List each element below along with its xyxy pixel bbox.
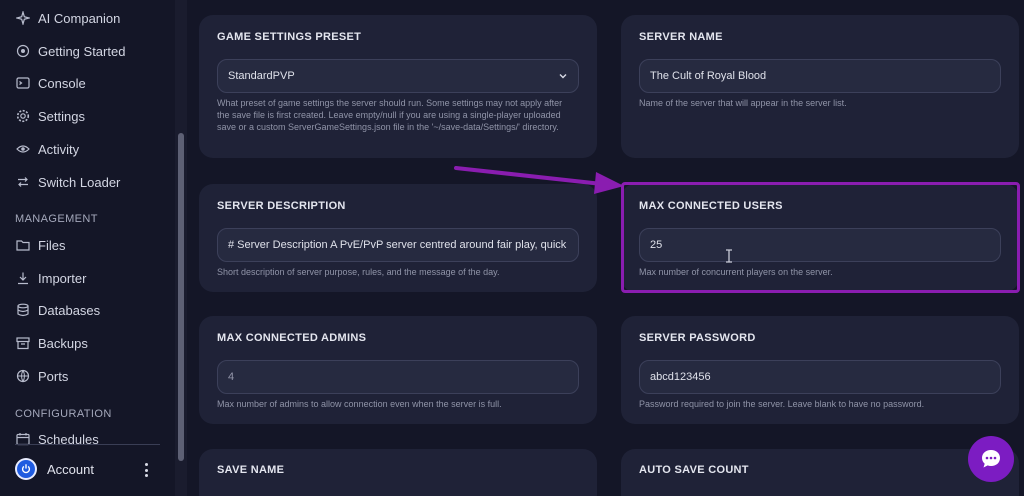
game-settings-preset-label: GAME SETTINGS PRESET (217, 31, 362, 43)
sidebar-divider (15, 444, 160, 445)
sidebar-item-ports[interactable]: Ports (16, 365, 68, 387)
text-cursor-icon (726, 249, 732, 263)
auto-save-count-label: AUTO SAVE COUNT (639, 464, 749, 476)
game-settings-preset-select[interactable]: StandardPVP (217, 59, 579, 93)
sidebar-item-switch-loader[interactable]: Switch Loader (16, 171, 120, 193)
server-password-input[interactable]: abcd123456 (639, 360, 1001, 394)
sidebar-item-databases[interactable]: Databases (16, 299, 100, 321)
max-connected-admins-label: MAX CONNECTED ADMINS (217, 332, 367, 344)
sidebar-scrollbar-thumb[interactable] (178, 133, 184, 461)
sidebar-item-label: Switch Loader (38, 174, 121, 190)
rocket-icon (16, 44, 30, 58)
max-connected-admins-input[interactable]: 4 (217, 360, 579, 394)
sidebar-item-activity[interactable]: Activity (16, 138, 79, 160)
max-connected-admins-help: Max number of admins to allow connection… (217, 399, 502, 409)
server-description-label: SERVER DESCRIPTION (217, 200, 346, 212)
server-name-input[interactable]: The Cult of Royal Blood (639, 59, 1001, 93)
server-description-value: # Server Description A PvE/PvP server ce… (228, 239, 567, 251)
power-icon (21, 464, 31, 474)
archive-icon (16, 336, 30, 350)
game-settings-preset-card: GAME SETTINGS PRESET StandardPVP What pr… (199, 15, 597, 158)
chat-icon (982, 450, 1000, 468)
account-menu[interactable]: Account (15, 458, 94, 480)
chat-support-button[interactable] (968, 436, 1014, 482)
sidebar-item-label: Ports (38, 368, 69, 384)
folder-icon (16, 238, 30, 252)
sidebar-item-settings[interactable]: Settings (16, 105, 85, 127)
avatar (15, 458, 37, 480)
sidebar-item-getting-started[interactable]: Getting Started (16, 40, 125, 62)
sidebar-item-importer[interactable]: Importer (16, 267, 86, 289)
server-password-value: abcd123456 (650, 371, 711, 383)
management-heading: MANAGEMENT (15, 213, 98, 225)
database-icon (16, 303, 30, 317)
sidebar-item-label: Getting Started (38, 43, 126, 59)
server-description-card: SERVER DESCRIPTION # Server Description … (199, 184, 597, 292)
sidebar-item-label: Console (38, 75, 86, 91)
save-name-label: SAVE NAME (217, 464, 285, 476)
gear-icon (16, 109, 30, 123)
sidebar-item-label: Files (38, 237, 66, 253)
sidebar-item-files[interactable]: Files (16, 234, 65, 256)
sidebar-item-schedules[interactable]: Schedules (16, 428, 99, 450)
sidebar-item-label: Importer (38, 270, 87, 286)
game-settings-preset-help: What preset of game settings the server … (217, 98, 563, 132)
chevron-down-icon (559, 74, 567, 79)
terminal-icon (16, 76, 30, 90)
server-password-card: SERVER PASSWORD abcd123456 Password requ… (621, 316, 1019, 424)
sidebar-item-backups[interactable]: Backups (16, 332, 88, 354)
account-label: Account (47, 461, 94, 477)
sidebar-item-label: AI Companion (38, 10, 121, 26)
server-description-help: Short description of server purpose, rul… (217, 267, 500, 277)
annotation-arrow-icon (454, 166, 624, 194)
sparkle-icon (16, 11, 30, 25)
server-password-help: Password required to join the server. Le… (639, 399, 925, 409)
server-name-card: SERVER NAME The Cult of Royal Blood Name… (621, 15, 1019, 158)
swap-icon (16, 175, 30, 189)
sidebar-item-ai-companion[interactable]: AI Companion (16, 7, 120, 29)
highlight-box (621, 182, 1020, 293)
server-description-input[interactable]: # Server Description A PvE/PvP server ce… (217, 228, 579, 262)
kebab-menu-icon[interactable] (140, 461, 152, 479)
sidebar-item-label: Settings (38, 108, 85, 124)
sidebar-item-label: Databases (38, 302, 101, 318)
max-connected-admins-value: 4 (228, 371, 235, 383)
sidebar: AI Companion Getting Started Console Set… (0, 0, 175, 496)
server-name-value: The Cult of Royal Blood (650, 70, 767, 82)
server-name-help: Name of the server that will appear in t… (639, 98, 847, 108)
sidebar-item-label: Backups (38, 335, 88, 351)
auto-save-count-card: AUTO SAVE COUNT (621, 449, 1019, 496)
network-icon (16, 369, 30, 383)
download-icon (16, 271, 30, 285)
game-settings-preset-value: StandardPVP (228, 70, 295, 82)
save-name-card: SAVE NAME (199, 449, 597, 496)
sidebar-item-console[interactable]: Console (16, 72, 86, 94)
eye-icon (16, 142, 30, 156)
configuration-heading: CONFIGURATION (15, 408, 112, 420)
sidebar-item-label: Activity (38, 141, 80, 157)
max-connected-admins-card: MAX CONNECTED ADMINS 4 Max number of adm… (199, 316, 597, 424)
server-password-label: SERVER PASSWORD (639, 332, 756, 344)
server-name-label: SERVER NAME (639, 31, 723, 43)
